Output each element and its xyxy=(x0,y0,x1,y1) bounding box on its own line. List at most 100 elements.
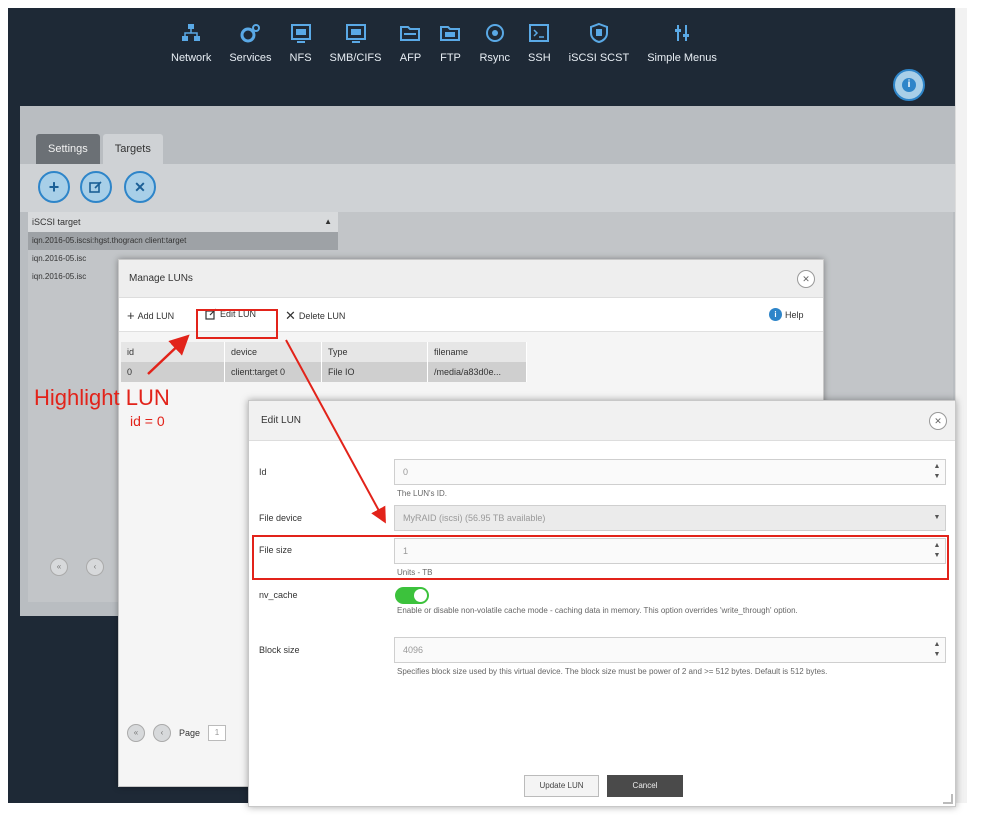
page-label: Page xyxy=(179,728,201,738)
tab-settings[interactable]: Settings xyxy=(36,134,100,164)
nv-cache-label: nv_cache xyxy=(259,590,298,600)
cell-filename: /media/a83d0e... xyxy=(428,362,527,382)
id-label: Id xyxy=(259,467,267,477)
first-page-button[interactable]: « xyxy=(127,724,145,742)
annotation-subtext: id = 0 xyxy=(130,413,165,429)
page-scrollbar[interactable] xyxy=(955,8,967,803)
top-navigation: Network Services NFS SMB/CIFS AFP FTP Rs… xyxy=(162,18,726,78)
help-icon: i xyxy=(769,308,782,321)
block-size-field[interactable]: 4096 ▲ ▼ xyxy=(394,637,946,663)
add-lun-button[interactable]: + Add LUN xyxy=(127,308,174,323)
network-icon xyxy=(180,22,202,44)
afp-icon xyxy=(399,22,421,44)
nav-label: AFP xyxy=(399,52,422,64)
nav-simple-menus[interactable]: Simple Menus xyxy=(638,18,726,78)
first-page-button[interactable]: « xyxy=(50,558,68,576)
id-field[interactable]: 0 ▲ ▼ xyxy=(394,459,946,485)
cell-device: client:target 0 xyxy=(225,362,322,382)
nav-afp[interactable]: AFP xyxy=(390,18,430,78)
nav-rsync[interactable]: Rsync xyxy=(470,18,519,78)
cancel-button[interactable]: Cancel xyxy=(607,775,683,797)
plus-icon: + xyxy=(127,308,135,323)
edit-target-button[interactable] xyxy=(80,171,112,203)
block-size-hint: Specifies block size used by this virtua… xyxy=(397,667,828,676)
file-device-label: File device xyxy=(259,513,303,523)
nav-network[interactable]: Network xyxy=(162,18,220,78)
cell-type: File IO xyxy=(322,362,428,382)
info-button[interactable]: i xyxy=(893,69,925,101)
spinner-icon[interactable]: ▲ ▼ xyxy=(931,462,943,482)
rsync-icon xyxy=(484,22,506,44)
help-button[interactable]: i Help xyxy=(769,308,804,321)
grid-header-label: iSCSI target xyxy=(32,217,81,227)
nav-ftp[interactable]: FTP xyxy=(430,18,470,78)
nv-cache-toggle[interactable] xyxy=(395,587,429,604)
table-row[interactable]: 0 client:target 0 File IO /media/a83d0e.… xyxy=(121,362,527,382)
column-header-id[interactable]: id xyxy=(121,342,225,362)
chevron-down-icon[interactable]: ▼ xyxy=(931,508,943,528)
nav-label: NFS xyxy=(289,52,312,64)
nav-label: Network xyxy=(171,52,212,64)
cell-id: 0 xyxy=(121,362,225,382)
add-target-button[interactable]: + xyxy=(38,171,70,203)
table-header: id device Type filename xyxy=(121,342,527,362)
close-icon[interactable]: ✕ xyxy=(929,412,947,430)
nav-label: iSCSI SCST xyxy=(568,52,630,64)
close-icon[interactable]: ✕ xyxy=(797,270,815,288)
grid-column-header[interactable]: iSCSI target ▲ xyxy=(28,212,338,232)
nv-cache-hint: Enable or disable non-volatile cache mod… xyxy=(397,606,798,615)
block-size-label: Block size xyxy=(259,645,300,655)
sort-icon[interactable]: ▲ xyxy=(324,212,332,232)
nav-label: SMB/CIFS xyxy=(329,52,382,64)
luns-pager: « ‹ Page 1 xyxy=(127,724,227,742)
iscsi-icon xyxy=(588,22,610,44)
edit-lun-dialog: Edit LUN ✕ Id 0 ▲ ▼ The LUN's ID. File de… xyxy=(248,400,956,807)
nav-services[interactable]: Services xyxy=(220,18,280,78)
close-icon: ✕ xyxy=(285,308,296,323)
ftp-icon xyxy=(439,22,461,44)
annotation-heading: Highlight LUN xyxy=(34,385,170,410)
prev-page-button[interactable]: ‹ xyxy=(153,724,171,742)
update-lun-button[interactable]: Update LUN xyxy=(524,775,599,797)
services-icon xyxy=(239,22,261,44)
file-size-highlight-box xyxy=(252,535,949,580)
dialog-title: Edit LUN xyxy=(249,401,955,441)
close-icon: ✕ xyxy=(134,178,146,195)
add-lun-label: Add LUN xyxy=(137,310,175,321)
help-label: Help xyxy=(785,309,804,320)
resize-handle[interactable] xyxy=(943,794,953,804)
file-device-select[interactable]: MyRAID (iscsi) (56.95 TB available) ▼ xyxy=(394,505,946,531)
targets-pager: « ‹ xyxy=(50,558,104,576)
file-device-value: MyRAID (iscsi) (56.95 TB available) xyxy=(403,513,546,523)
nav-ssh[interactable]: SSH xyxy=(519,18,560,78)
dialog-title: Manage LUNs xyxy=(119,260,823,298)
nav-label: Rsync xyxy=(479,52,511,64)
block-size-value: 4096 xyxy=(403,645,424,655)
spinner-icon[interactable]: ▲ ▼ xyxy=(931,640,943,660)
column-header-type[interactable]: Type xyxy=(322,342,428,362)
nav-nfs[interactable]: NFS xyxy=(281,18,321,78)
delete-lun-button[interactable]: ✕ Delete LUN xyxy=(285,308,345,324)
plus-icon: + xyxy=(48,176,60,197)
screenshot-page: Network Services NFS SMB/CIFS AFP FTP Rs… xyxy=(0,0,982,815)
page-number-input[interactable]: 1 xyxy=(208,725,227,741)
column-header-device[interactable]: device xyxy=(225,342,322,362)
column-header-filename[interactable]: filename xyxy=(428,342,527,362)
ssh-icon xyxy=(528,22,550,44)
nav-label: Simple Menus xyxy=(647,52,717,64)
nav-label: Services xyxy=(229,52,272,64)
targets-toolbar: + ✕ xyxy=(20,164,955,212)
nav-label: SSH xyxy=(528,52,551,64)
edit-icon xyxy=(89,181,102,193)
edit-lun-highlight-box xyxy=(196,309,278,339)
id-hint: The LUN's ID. xyxy=(397,489,447,498)
delete-target-button[interactable]: ✕ xyxy=(124,171,156,203)
nav-iscsi-scst[interactable]: iSCSI SCST xyxy=(560,18,639,78)
tab-targets[interactable]: Targets xyxy=(102,134,163,164)
smb-icon xyxy=(345,22,367,44)
nfs-icon xyxy=(290,22,312,44)
nav-smb-cifs[interactable]: SMB/CIFS xyxy=(321,18,391,78)
panel-tabs: Settings Targets xyxy=(36,134,163,164)
prev-page-button[interactable]: ‹ xyxy=(86,558,104,576)
table-row[interactable]: iqn.2016-05.iscsi:hgst.thogracn client:t… xyxy=(28,232,338,250)
